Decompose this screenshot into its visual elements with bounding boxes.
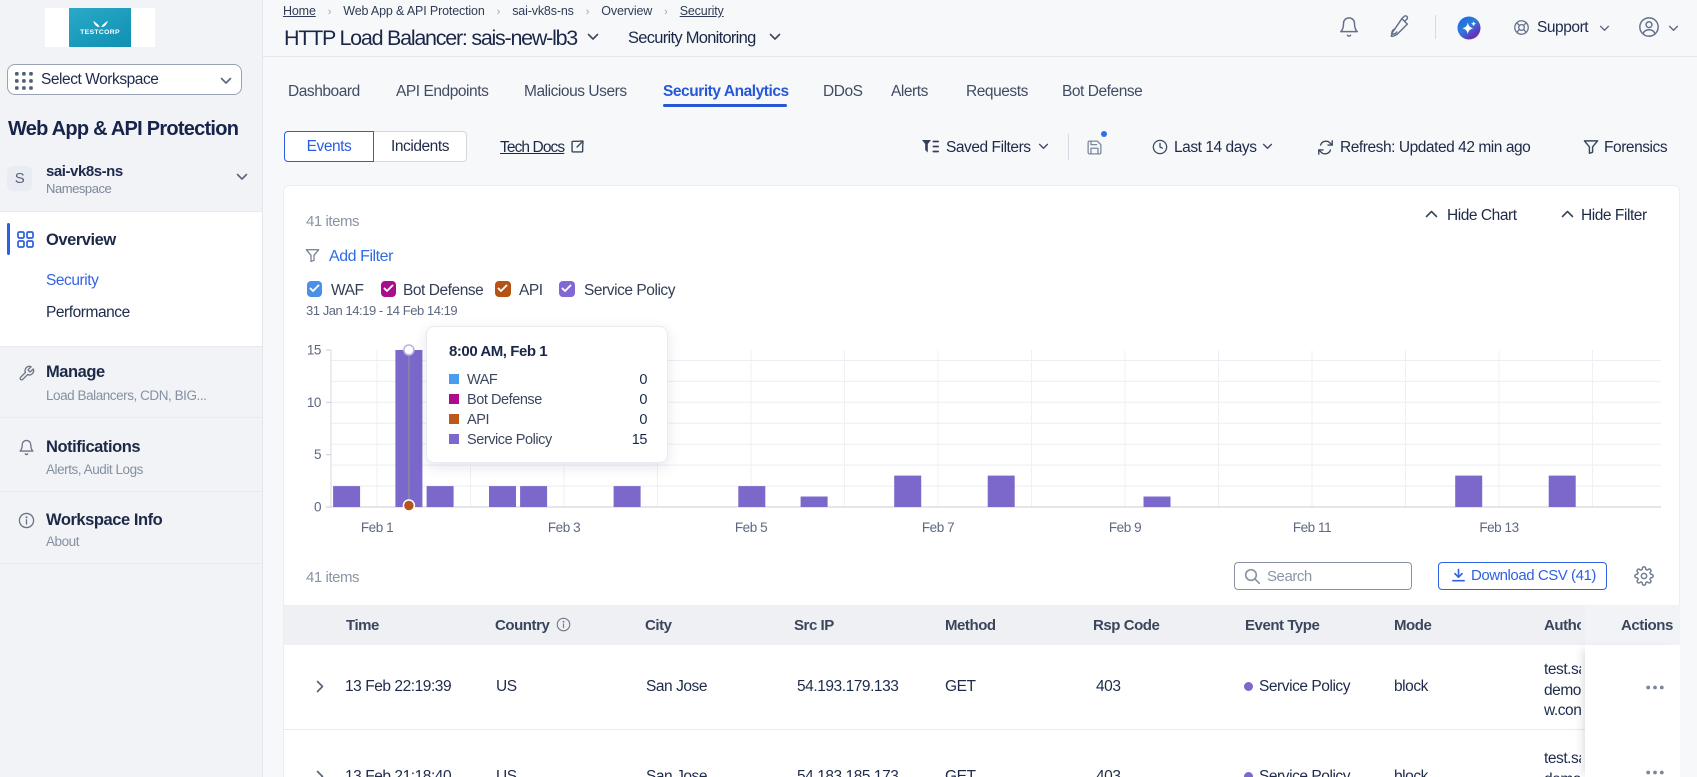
svg-text:Feb 9: Feb 9	[1109, 520, 1141, 535]
svg-text:5: 5	[314, 447, 321, 462]
svg-text:15: 15	[307, 343, 321, 358]
svg-text:10: 10	[307, 395, 321, 410]
svg-text:Feb 5: Feb 5	[735, 520, 767, 535]
svg-text:Feb 1: Feb 1	[361, 520, 393, 535]
svg-text:Feb 7: Feb 7	[922, 520, 954, 535]
svg-text:Feb 3: Feb 3	[548, 520, 580, 535]
svg-text:Feb 13: Feb 13	[1479, 520, 1518, 535]
svg-text:Feb 11: Feb 11	[1293, 520, 1331, 535]
svg-text:0: 0	[314, 500, 321, 515]
